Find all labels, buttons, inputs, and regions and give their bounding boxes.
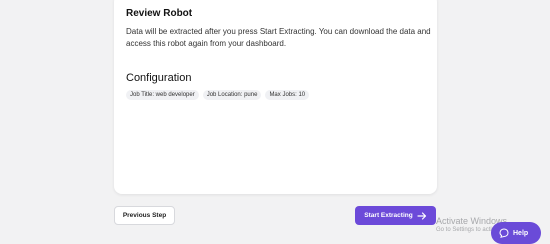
help-label: Help <box>513 229 529 237</box>
previous-step-button[interactable]: Previous Step <box>114 206 175 225</box>
chat-icon <box>499 228 509 238</box>
review-card: Review Robot Data will be extracted afte… <box>114 0 437 194</box>
configuration-tags: Job Title: web developer Job Location: p… <box>126 90 310 100</box>
review-title: Review Robot <box>126 8 193 19</box>
tag-max-jobs: Max Jobs: 10 <box>265 90 310 100</box>
configuration-title: Configuration <box>126 72 192 84</box>
arrow-right-icon <box>417 211 426 220</box>
start-extracting-button[interactable]: Start Extracting <box>355 206 436 225</box>
help-button[interactable]: Help <box>491 222 541 244</box>
tag-job-title: Job Title: web developer <box>126 90 199 100</box>
start-extracting-label: Start Extracting <box>364 212 413 219</box>
tag-job-location: Job Location: pune <box>202 90 262 100</box>
page: Review Robot Data will be extracted afte… <box>0 0 550 244</box>
review-description: Data will be extracted after you press S… <box>126 27 431 48</box>
